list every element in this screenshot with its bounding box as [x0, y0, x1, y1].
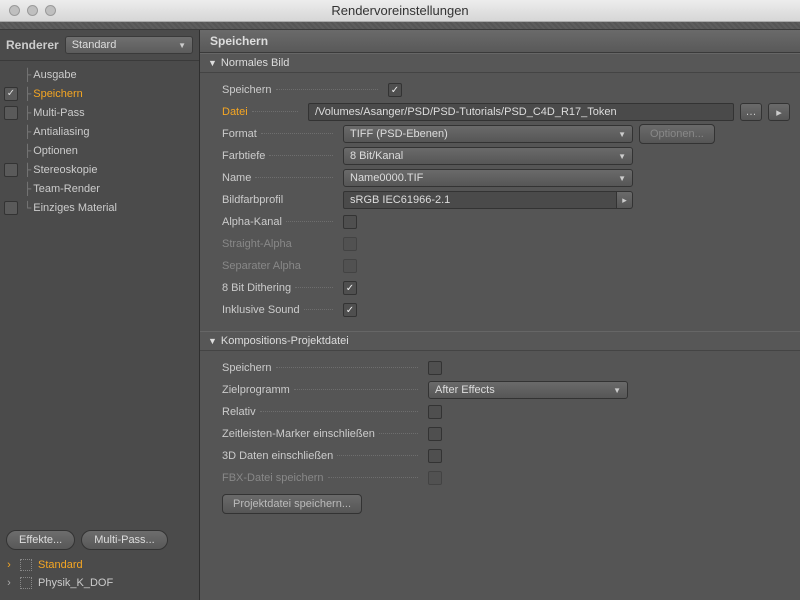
label-alpha: Alpha-Kanal: [222, 216, 282, 228]
dropdown-name[interactable]: Name0000.TIF▼: [343, 169, 633, 187]
tree-item-multipass[interactable]: ├ Multi-Pass: [0, 103, 199, 122]
window-controls: [9, 5, 56, 16]
label-relativ: Relativ: [222, 406, 256, 418]
checkbox-dither[interactable]: [343, 281, 357, 295]
label-marker: Zeitleisten-Marker einschließen: [222, 428, 375, 440]
chevron-down-icon: ▼: [178, 41, 186, 50]
tree-item-team-render[interactable]: ├ Team-Render: [0, 179, 199, 198]
window-title: Rendervoreinstellungen: [0, 3, 800, 18]
minimize-window-icon[interactable]: [27, 5, 38, 16]
multipass-button[interactable]: Multi-Pass...: [81, 530, 168, 550]
preset-physik[interactable]: › Physik_K_DOF: [4, 574, 195, 592]
checkbox-separater: [343, 259, 357, 273]
checkbox-straight: [343, 237, 357, 251]
preset-icon: [20, 577, 32, 589]
settings-tree: ├ Ausgabe ├ Speichern ├ Multi-Pass ├ Ant…: [0, 61, 199, 524]
checkbox[interactable]: [4, 106, 18, 120]
close-window-icon[interactable]: [9, 5, 20, 16]
section-normales-bild[interactable]: ▼ Normales Bild: [200, 53, 800, 73]
tree-branch-icon: ├: [24, 87, 31, 101]
tree-branch-icon: ├: [24, 163, 31, 177]
form-komposition: Speichern Zielprogramm After Effects▼ Re…: [200, 351, 800, 525]
tree-branch-icon: ├: [24, 68, 31, 82]
label-3d-daten: 3D Daten einschließen: [222, 450, 333, 462]
tree-item-stereo[interactable]: ├ Stereoskopie: [0, 160, 199, 179]
form-normales-bild: Speichern Datei /Volumes/Asanger/PSD/PSD…: [200, 73, 800, 331]
label-speichern: Speichern: [222, 84, 272, 96]
chevron-right-icon: ›: [4, 559, 14, 571]
label-straight: Straight-Alpha: [222, 238, 292, 250]
title-bar: Rendervoreinstellungen: [0, 0, 800, 22]
panel-title: Speichern: [200, 30, 800, 53]
dropdown-format[interactable]: TIFF (PSD-Ebenen)▼: [343, 125, 633, 143]
checkbox-fbx: [428, 471, 442, 485]
bildfarbprofil-menu-button[interactable]: ▸: [617, 191, 633, 209]
dropdown-farbtiefe[interactable]: 8 Bit/Kanal▼: [343, 147, 633, 165]
label-fbx: FBX-Datei speichern: [222, 472, 324, 484]
renderer-label: Renderer: [6, 38, 59, 52]
chevron-down-icon: ▼: [618, 152, 626, 161]
chevron-down-icon: ▼: [618, 130, 626, 139]
chevron-right-icon: ›: [4, 577, 14, 589]
checkbox-sound[interactable]: [343, 303, 357, 317]
sidebar-buttons: Effekte... Multi-Pass...: [0, 524, 199, 556]
checkbox[interactable]: [4, 163, 18, 177]
preset-list: › Standard › Physik_K_DOF: [0, 556, 199, 600]
label-name: Name: [222, 172, 251, 184]
checkbox-3d-daten[interactable]: [428, 449, 442, 463]
label-sound: Inklusive Sound: [222, 304, 300, 316]
label-zielprogramm: Zielprogramm: [222, 384, 290, 396]
toolbar-hatch: [0, 22, 800, 30]
settings-panel: Speichern ▼ Normales Bild Speichern Date…: [200, 30, 800, 600]
tree-item-speichern[interactable]: ├ Speichern: [0, 84, 199, 103]
label-format: Format: [222, 128, 257, 140]
preset-icon: [20, 559, 32, 571]
tree-branch-icon: ├: [24, 144, 31, 158]
preset-standard[interactable]: › Standard: [4, 556, 195, 574]
dropdown-zielprogramm[interactable]: After Effects▼: [428, 381, 628, 399]
chevron-down-icon: ▼: [618, 174, 626, 183]
chevron-down-icon: ▼: [613, 386, 621, 395]
tree-item-ausgabe[interactable]: ├ Ausgabe: [0, 65, 199, 84]
tree-item-antialiasing[interactable]: ├ Antialiasing: [0, 122, 199, 141]
checkbox-alpha[interactable]: [343, 215, 357, 229]
sidebar: Renderer Standard ▼ ├ Ausgabe ├ Speicher…: [0, 30, 200, 600]
format-optionen-button[interactable]: Optionen...: [639, 124, 715, 144]
triangle-down-icon: ▼: [208, 336, 217, 346]
checkbox-marker[interactable]: [428, 427, 442, 441]
input-bildfarbprofil[interactable]: sRGB IEC61966-2.1: [343, 191, 617, 209]
label-komp-speichern: Speichern: [222, 362, 272, 374]
checkbox[interactable]: [4, 201, 18, 215]
tree-item-optionen[interactable]: ├ Optionen: [0, 141, 199, 160]
label-datei: Datei: [222, 106, 248, 118]
label-bildfarbprofil: Bildfarbprofil: [222, 194, 283, 206]
triangle-down-icon: ▼: [208, 58, 217, 68]
renderer-row: Renderer Standard ▼: [0, 30, 199, 61]
tree-branch-icon: ├: [24, 182, 31, 196]
checkbox-speichern[interactable]: [388, 83, 402, 97]
input-datei[interactable]: /Volumes/Asanger/PSD/PSD-Tutorials/PSD_C…: [308, 103, 734, 121]
browse-button[interactable]: …: [740, 103, 762, 121]
tree-branch-icon: └: [24, 201, 31, 215]
section-komposition[interactable]: ▼ Kompositions-Projektdatei: [200, 331, 800, 351]
checkbox[interactable]: [4, 87, 18, 101]
renderer-value: Standard: [72, 39, 117, 51]
path-menu-button[interactable]: ▸: [768, 103, 790, 121]
tree-branch-icon: ├: [24, 106, 31, 120]
save-project-button[interactable]: Projektdatei speichern...: [222, 494, 362, 514]
tree-item-einziges-material[interactable]: └ Einziges Material: [0, 198, 199, 217]
renderer-dropdown[interactable]: Standard ▼: [65, 36, 193, 54]
label-separater: Separater Alpha: [222, 260, 301, 272]
label-dither: 8 Bit Dithering: [222, 282, 291, 294]
tree-branch-icon: ├: [24, 125, 31, 139]
zoom-window-icon[interactable]: [45, 5, 56, 16]
label-farbtiefe: Farbtiefe: [222, 150, 265, 162]
effects-button[interactable]: Effekte...: [6, 530, 75, 550]
checkbox-relativ[interactable]: [428, 405, 442, 419]
checkbox-komp-speichern[interactable]: [428, 361, 442, 375]
